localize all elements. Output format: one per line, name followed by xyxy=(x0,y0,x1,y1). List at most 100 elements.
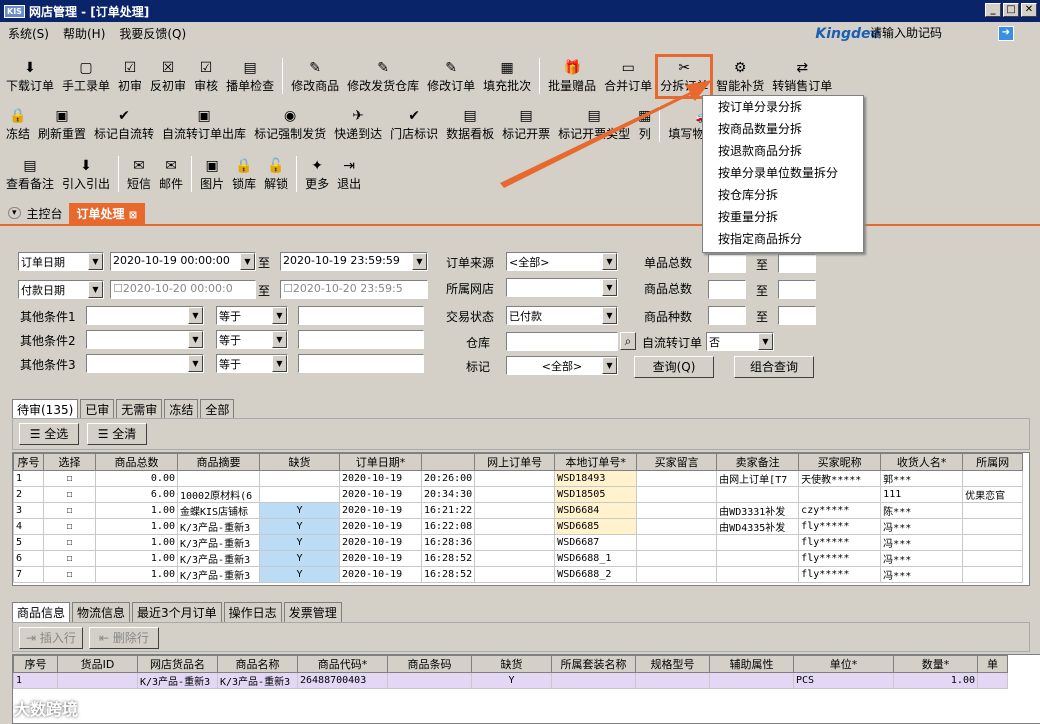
date2-to-field[interactable]: ☐2020-10-20 23:59:5 xyxy=(280,280,428,299)
clear-all-button[interactable]: ☰ 全清 xyxy=(87,423,147,445)
detail-column-header[interactable]: 商品代码* xyxy=(297,655,388,673)
grid-tab-2[interactable]: 无需审 xyxy=(116,399,163,419)
toolbar1-button-10[interactable]: 🎁 批量赠品 xyxy=(548,59,596,94)
toolbar2-button-10[interactable]: ▦ 列 xyxy=(638,107,651,142)
date1-to-field[interactable]: 2020-10-19 23:59:59 ▼ xyxy=(280,252,428,271)
toolbar3-button-4[interactable]: ▣ 图片 xyxy=(200,157,224,192)
split-menu-item-1[interactable]: 按商品数量分拆 xyxy=(703,118,863,140)
tab-order-processing[interactable]: 订单处理 ⊠ xyxy=(68,202,146,224)
detail-column-header[interactable]: 单 xyxy=(977,655,1008,673)
other3-op-select[interactable]: 等于 ▼ xyxy=(216,354,288,373)
close-tab-icon[interactable]: ⊠ xyxy=(129,210,137,221)
column-header[interactable]: 买家昵称 xyxy=(798,453,882,471)
detail-column-header[interactable]: 网店货品名 xyxy=(137,655,218,673)
column-header[interactable]: 商品摘要 xyxy=(177,453,260,471)
table-row[interactable]: 6 ☐ 1.00 K/3产品-重新3 Y 2020-10-19 16:28:52 WSD668… xyxy=(13,550,1024,567)
column-header[interactable]: 所属网 xyxy=(962,453,1024,471)
detail-column-header[interactable]: 货品ID xyxy=(57,655,138,673)
table-row[interactable]: 2 ☐ 6.00 10002原材料(6 2020-10-19 20:34:30 WSD185… xyxy=(13,486,1024,503)
detail-tab-2[interactable]: 最近3个月订单 xyxy=(132,602,222,622)
self-flow-select[interactable]: 否 ▼ xyxy=(706,332,774,351)
detail-tab-3[interactable]: 操作日志 xyxy=(223,602,282,622)
toolbar1-button-7[interactable]: ✎ 修改发货仓库 xyxy=(347,59,419,94)
detail-column-header[interactable]: 单位* xyxy=(793,655,894,673)
mark-select[interactable]: <全部> ▼ xyxy=(506,356,618,375)
toolbar1-button-5[interactable]: ▤ 播单检查 xyxy=(226,59,274,94)
grid-tab-3[interactable]: 冻结 xyxy=(164,399,199,419)
goods-kinds-min[interactable] xyxy=(708,306,746,325)
close-button[interactable]: ✕ xyxy=(1021,3,1037,17)
detail-column-header[interactable]: 序号 xyxy=(13,655,58,673)
trade-status-select[interactable]: 已付款 ▼ xyxy=(506,306,618,325)
date1-type-select[interactable]: 订单日期 ▼ xyxy=(18,252,104,271)
delete-row-button[interactable]: ⇤ 删除行 xyxy=(89,627,159,649)
detail-tab-1[interactable]: 物流信息 xyxy=(72,602,131,622)
toolbar3-button-6[interactable]: 🔓 解锁 xyxy=(264,157,288,192)
maximize-button[interactable]: □ xyxy=(1003,3,1019,17)
table-row[interactable]: 4 ☐ 1.00 K/3产品-重新3 Y 2020-10-19 16:22:08 WSD668… xyxy=(13,518,1024,535)
split-menu-item-0[interactable]: 按订单分录分拆 xyxy=(703,96,863,118)
toolbar2-button-8[interactable]: ▤ 标记开票 xyxy=(502,107,550,142)
toolbar3-button-0[interactable]: ▤ 查看备注 xyxy=(6,157,54,192)
toolbar2-button-7[interactable]: ▤ 数据看板 xyxy=(446,107,494,142)
row-checkbox[interactable]: ☐ xyxy=(43,534,96,551)
column-header[interactable]: 缺货 xyxy=(259,453,340,471)
split-menu-item-2[interactable]: 按退款商品分拆 xyxy=(703,140,863,162)
other2-op-select[interactable]: 等于 ▼ xyxy=(216,330,288,349)
row-checkbox[interactable]: ☐ xyxy=(43,566,96,583)
detail-column-header[interactable]: 商品名称 xyxy=(217,655,298,673)
column-header[interactable]: 订单日期* xyxy=(339,453,422,471)
column-header[interactable]: 商品总数 xyxy=(95,453,178,471)
toolbar2-button-9[interactable]: ▤ 标记开票类型 xyxy=(558,107,630,142)
other1-op-select[interactable]: 等于 ▼ xyxy=(216,306,288,325)
help-go-button[interactable]: ➜ xyxy=(998,26,1014,41)
other1-select[interactable]: ▼ xyxy=(86,306,204,325)
row-checkbox[interactable]: ☐ xyxy=(43,502,96,519)
toolbar3-button-3[interactable]: ✉ 邮件 xyxy=(159,157,183,192)
other2-value-input[interactable] xyxy=(298,330,424,349)
toolbar2-button-1[interactable]: ▣ 刷新重置 xyxy=(38,107,86,142)
select-all-button[interactable]: ☰ 全选 xyxy=(19,423,79,445)
detail-row[interactable]: 1 K/3产品-重新3 K/3产品-重新3 26488700403 Y PCS 1.00 xyxy=(13,672,1008,689)
insert-row-button[interactable]: ⇥ 插入行 xyxy=(19,627,83,649)
table-row[interactable]: 7 ☐ 1.00 K/3产品-重新3 Y 2020-10-19 16:28:52 WSD668… xyxy=(13,566,1024,583)
column-header[interactable]: 序号 xyxy=(13,453,44,471)
detail-column-header[interactable]: 规格型号 xyxy=(635,655,710,673)
other1-value-input[interactable] xyxy=(298,306,424,325)
split-menu-item-4[interactable]: 按仓库分拆 xyxy=(703,184,863,206)
split-menu-item-6[interactable]: 按指定商品拆分 xyxy=(703,228,863,250)
shop-select[interactable]: ▼ xyxy=(506,278,618,297)
toolbar1-button-11[interactable]: ▭ 合并订单 xyxy=(604,59,652,94)
detail-column-header[interactable]: 所属套装名称 xyxy=(551,655,636,673)
menu-item-2[interactable]: 我要反馈(Q) xyxy=(119,25,186,42)
toolbar2-button-5[interactable]: ✈ 快递到达 xyxy=(334,107,382,142)
row-checkbox[interactable]: ☐ xyxy=(43,470,96,487)
other3-select[interactable]: ▼ xyxy=(86,354,204,373)
row-checkbox[interactable]: ☐ xyxy=(43,518,96,535)
toolbar1-button-2[interactable]: ☑ 初审 xyxy=(118,59,142,94)
toolbar1-button-13[interactable]: ⚙ 智能补货 xyxy=(716,59,764,94)
toolbar1-button-14[interactable]: ⇄ 转销售订单 xyxy=(772,59,832,94)
row-checkbox[interactable]: ☐ xyxy=(43,550,96,567)
column-header[interactable] xyxy=(420,453,476,471)
minimize-button[interactable]: _ xyxy=(985,3,1001,17)
grid-tab-1[interactable]: 已审 xyxy=(80,399,115,419)
toolbar1-button-4[interactable]: ☑ 审核 xyxy=(194,59,218,94)
tab-menu-icon[interactable]: ▾ xyxy=(8,207,21,219)
detail-column-header[interactable]: 商品条码 xyxy=(387,655,472,673)
warehouse-lookup-button[interactable]: ⌕ xyxy=(620,332,636,350)
column-header[interactable]: 本地订单号* xyxy=(554,453,638,471)
qty-total-min[interactable] xyxy=(708,254,746,273)
help-code-input[interactable]: 请输入助记码 xyxy=(870,24,980,42)
split-menu-item-5[interactable]: 按重量分拆 xyxy=(703,206,863,228)
source-select[interactable]: <全部> ▼ xyxy=(506,252,618,271)
column-header[interactable]: 选择 xyxy=(43,453,96,471)
other2-select[interactable]: ▼ xyxy=(86,330,204,349)
toolbar2-button-4[interactable]: ◉ 标记强制发货 xyxy=(254,107,326,142)
toolbar2-button-0[interactable]: 🔒 冻结 xyxy=(6,107,30,142)
column-header[interactable]: 卖家备注 xyxy=(716,453,800,471)
toolbar1-button-0[interactable]: ⬇ 下载订单 xyxy=(6,59,54,94)
column-header[interactable]: 收货人名* xyxy=(880,453,964,471)
toolbar1-button-6[interactable]: ✎ 修改商品 xyxy=(291,59,339,94)
tab-home[interactable]: 主控台 xyxy=(27,205,63,222)
